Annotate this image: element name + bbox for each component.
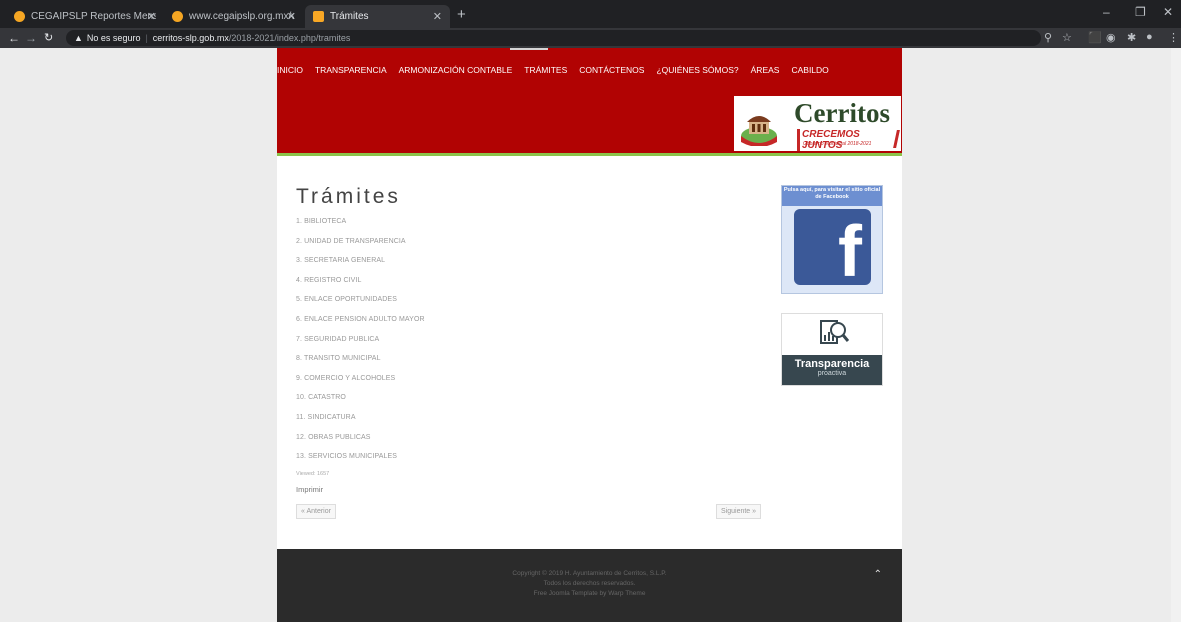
site-logo[interactable]: Cerritos CRECEMOS JUNTOS Gobierno Munici… [734, 96, 901, 151]
new-tab-button[interactable]: + [457, 6, 466, 23]
separator: | [145, 33, 148, 43]
menu-kebab-icon[interactable]: ⋮ [1168, 31, 1179, 44]
scroll-to-top-icon[interactable]: ⌃ [874, 569, 882, 580]
site-header: INICIO TRANSPARENCIA ARMONIZACIÓN CONTAB… [277, 48, 902, 156]
browser-tab-bar: CEGAIPSLP Reportes Mensuales ✕ www.cegai… [0, 0, 1181, 28]
list-item: 12. OBRAS PUBLICAS [296, 433, 371, 441]
list-item: 9. COMERCIO Y ALCOHOLES [296, 374, 396, 382]
hits-counter: Viewed: 1657 [296, 470, 330, 477]
star-icon[interactable]: ☆ [1062, 31, 1072, 44]
close-tab-icon[interactable]: ✕ [287, 10, 296, 23]
previous-button[interactable]: « Anterior [296, 504, 336, 519]
menu-item-cabildo[interactable]: CABILDO [791, 65, 828, 75]
menu-item-tramites[interactable]: TRÁMITES [524, 65, 567, 75]
minimize-button[interactable]: – [1103, 5, 1110, 19]
site-footer: Copyright © 2019 H. Ayuntamiento de Cerr… [277, 549, 902, 622]
list-item: 6. ENLACE PENSION ADULTO MAYOR [296, 315, 425, 323]
menu-item-areas[interactable]: ÁREAS [751, 65, 780, 75]
profile-icon[interactable]: ● [1146, 31, 1153, 43]
reload-icon[interactable]: ↻ [44, 31, 53, 44]
zoom-icon[interactable]: ⚲ [1044, 31, 1052, 44]
close-tab-icon[interactable]: ✕ [433, 10, 442, 23]
list-item: 10. CATASTRO [296, 394, 346, 402]
menu-item-armonizacion[interactable]: ARMONIZACIÓN CONTABLE [399, 65, 513, 75]
forward-arrow-icon[interactable]: → [25, 31, 37, 45]
menu-item-inicio[interactable]: INICIO [277, 65, 303, 75]
tab-title: Trámites [330, 11, 369, 22]
close-window-button[interactable]: ✕ [1163, 5, 1173, 19]
transparencia-proactiva-banner[interactable]: Transparencia proactiva [781, 313, 883, 386]
pdf-extension-icon[interactable]: ⬛ [1088, 31, 1102, 44]
web-page: INICIO TRANSPARENCIA ARMONIZACIÓN CONTAB… [0, 48, 1181, 622]
main-menu: INICIO TRANSPARENCIA ARMONIZACIÓN CONTAB… [277, 65, 841, 75]
browser-tab-active[interactable]: Trámites ✕ [305, 5, 450, 28]
browser-toolbar: ← → ↻ ▲ No es seguro | cerritos-slp.gob.… [0, 28, 1181, 48]
footer-credit[interactable]: Free Joomla Template by Warp Theme [277, 589, 902, 599]
favicon-icon [14, 11, 25, 22]
logo-subtitle: Gobierno Municipal 2018-2021 [803, 141, 872, 147]
close-tab-icon[interactable]: ✕ [147, 10, 156, 23]
menu-item-quienes-somos[interactable]: ¿QUIÉNES SÓMOS? [656, 65, 738, 75]
menu-item-transparencia[interactable]: TRANSPARENCIA [315, 65, 387, 75]
extension-icon[interactable]: ◉ [1106, 31, 1116, 44]
list-item: 4. REGISTRO CIVIL [296, 276, 362, 284]
kiosk-logo-icon [741, 116, 777, 146]
article: Trámites 1. BIBLIOTECA 2. UNIDAD DE TRAN… [296, 185, 766, 494]
url-domain: cerritos-slp.gob.mx [152, 33, 229, 43]
facebook-banner-text: Pulsa aquí, para visitar el sitio oficia… [782, 186, 882, 206]
page-title: Trámites [296, 185, 401, 208]
transparencia-title: Transparencia [794, 358, 870, 370]
transparencia-band: Transparencia proactiva [782, 355, 882, 385]
tab-title: CEGAIPSLP Reportes Mensuales [31, 11, 156, 22]
facebook-icon: f [794, 209, 871, 292]
footer-rights: Todos los derechos reservados. [543, 580, 636, 587]
list-item: 11. SINDICATURA [296, 413, 356, 421]
print-link[interactable]: Imprimir [296, 485, 766, 494]
logo-brand: Cerritos [794, 98, 890, 128]
site-container: INICIO TRANSPARENCIA ARMONIZACIÓN CONTAB… [277, 48, 902, 622]
puzzle-icon[interactable]: ✱ [1127, 31, 1136, 44]
facebook-banner[interactable]: Pulsa aquí, para visitar el sitio oficia… [781, 185, 883, 294]
list-item: 3. SECRETARIA GENERAL [296, 257, 386, 265]
joomla-favicon-icon [313, 11, 324, 22]
url-path: /2018-2021/index.php/tramites [228, 33, 351, 43]
list-item: 2. UNIDAD DE TRANSPARENCIA [296, 237, 406, 245]
restore-button[interactable]: ❐ [1135, 5, 1146, 19]
list-item: 5. ENLACE OPORTUNIDADES [296, 296, 397, 304]
tab-title: www.cegaipslp.org.mx/webcega [189, 11, 294, 22]
document-search-icon [820, 320, 849, 344]
list-item: 7. SEGURIDAD PUBLICA [296, 335, 380, 343]
browser-tab[interactable]: CEGAIPSLP Reportes Mensuales ✕ [6, 5, 164, 28]
menu-item-contactenos[interactable]: CONTÁCTENOS [579, 65, 644, 75]
browser-tab[interactable]: www.cegaipslp.org.mx/webcega ✕ [164, 5, 304, 28]
transparencia-subtitle: proactiva [817, 370, 847, 377]
list-item: 8. TRANSITO MUNICIPAL [296, 355, 381, 363]
back-arrow-icon[interactable]: ← [8, 31, 20, 45]
list-item: 1. BIBLIOTECA [296, 218, 347, 225]
security-label: No es seguro [86, 33, 141, 43]
warning-icon: ▲ [74, 33, 83, 43]
page-scrollbar[interactable] [1171, 48, 1181, 622]
next-button[interactable]: Siguiente » [716, 504, 762, 519]
favicon-icon [172, 11, 183, 22]
address-bar[interactable]: ▲ No es seguro | cerritos-slp.gob.mx /20… [66, 30, 1041, 46]
logo-slogan: CRECEMOS JUNTOS [797, 129, 901, 151]
footer-copyright: Copyright © 2019 H. Ayuntamiento de Cerr… [512, 570, 667, 577]
menu-active-indicator [510, 48, 548, 50]
